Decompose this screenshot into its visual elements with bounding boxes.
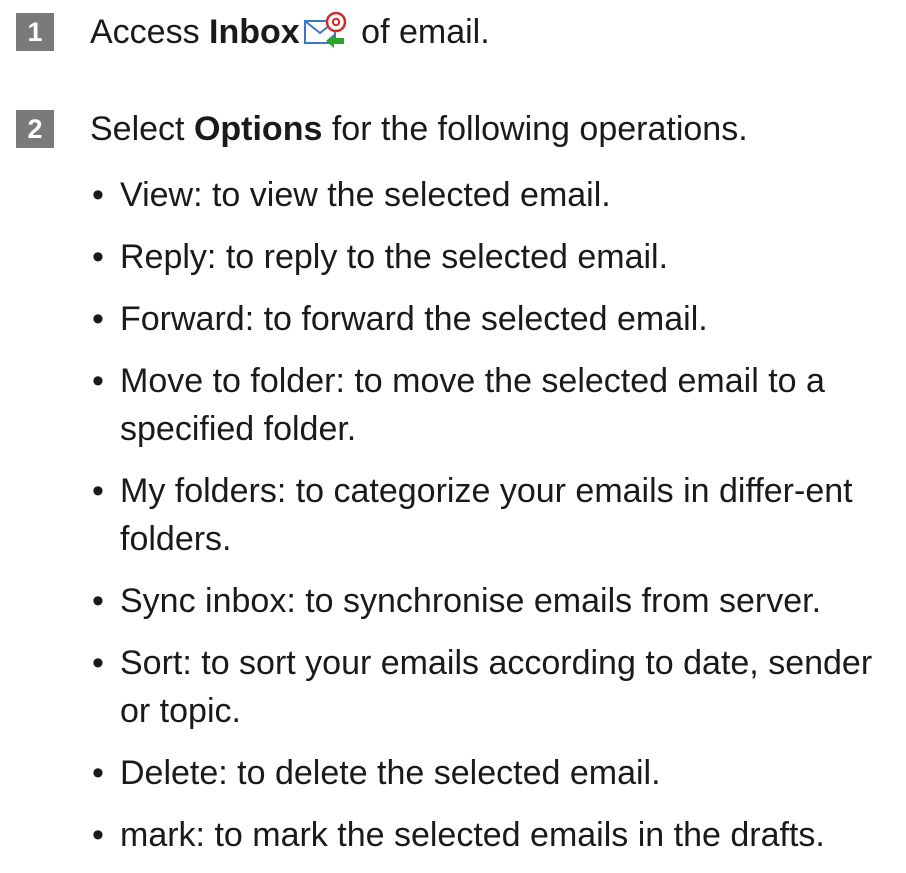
step-2: 2 Select Options for the following opera…	[16, 108, 748, 150]
operation-move-to-folder: Move to folder: to move the selected ema…	[120, 362, 825, 448]
list-item: • mark: to mark the selected emails in t…	[92, 811, 900, 859]
operation-mark: mark: to mark the selected emails in the…	[120, 816, 825, 854]
operation-sync-inbox: Sync inbox: to synchronise emails from s…	[120, 582, 822, 620]
list-item: • Move to folder: to move the selected e…	[92, 357, 900, 453]
bullet-dot: •	[92, 472, 104, 510]
operation-reply: Reply: to reply to the selected email.	[120, 238, 669, 276]
list-item: • My folders: to categorize your emails …	[92, 467, 900, 563]
list-item: • Delete: to delete the selected email.	[92, 749, 900, 797]
bullet-dot: •	[92, 754, 104, 792]
list-item: • View: to view the selected email.	[92, 171, 900, 219]
bullet-dot: •	[92, 644, 104, 682]
operation-view: View: to view the selected email.	[120, 176, 611, 214]
step-2-prefix: Select	[90, 110, 194, 148]
step-1-bold: Inbox	[209, 13, 300, 51]
step-number-badge: 2	[16, 110, 54, 148]
bullet-dot: •	[92, 176, 104, 214]
step-1-prefix: Access	[90, 13, 210, 51]
step-2-text: Select Options for the following operati…	[90, 108, 748, 150]
bullet-dot: •	[92, 582, 104, 620]
bullet-dot: •	[92, 300, 104, 338]
operation-sort: Sort: to sort your emails according to d…	[120, 644, 873, 730]
bullet-dot: •	[92, 238, 104, 276]
operation-forward: Forward: to forward the selected email.	[120, 300, 708, 338]
step-1-suffix: of email.	[351, 13, 490, 51]
operation-my-folders: My folders: to categorize your emails in…	[120, 472, 853, 558]
list-item: • Reply: to reply to the selected email.	[92, 233, 900, 281]
step-1-text: Access Inbox of email.	[90, 11, 490, 53]
step-1: 1 Access Inbox of email.	[16, 11, 490, 53]
step-2-suffix: for the following operations.	[322, 110, 748, 148]
step-2-bold: Options	[193, 110, 323, 148]
step-number-badge: 1	[16, 13, 54, 51]
list-item: • Sort: to sort your emails according to…	[92, 639, 900, 735]
inbox-email-icon	[303, 11, 350, 51]
bullet-dot: •	[92, 362, 104, 400]
bullet-dot: •	[92, 816, 104, 854]
list-item: • Sync inbox: to synchronise emails from…	[92, 577, 900, 625]
list-item: • Forward: to forward the selected email…	[92, 295, 900, 343]
operation-delete: Delete: to delete the selected email.	[120, 754, 661, 792]
operations-list: • View: to view the selected email. • Re…	[92, 171, 900, 873]
